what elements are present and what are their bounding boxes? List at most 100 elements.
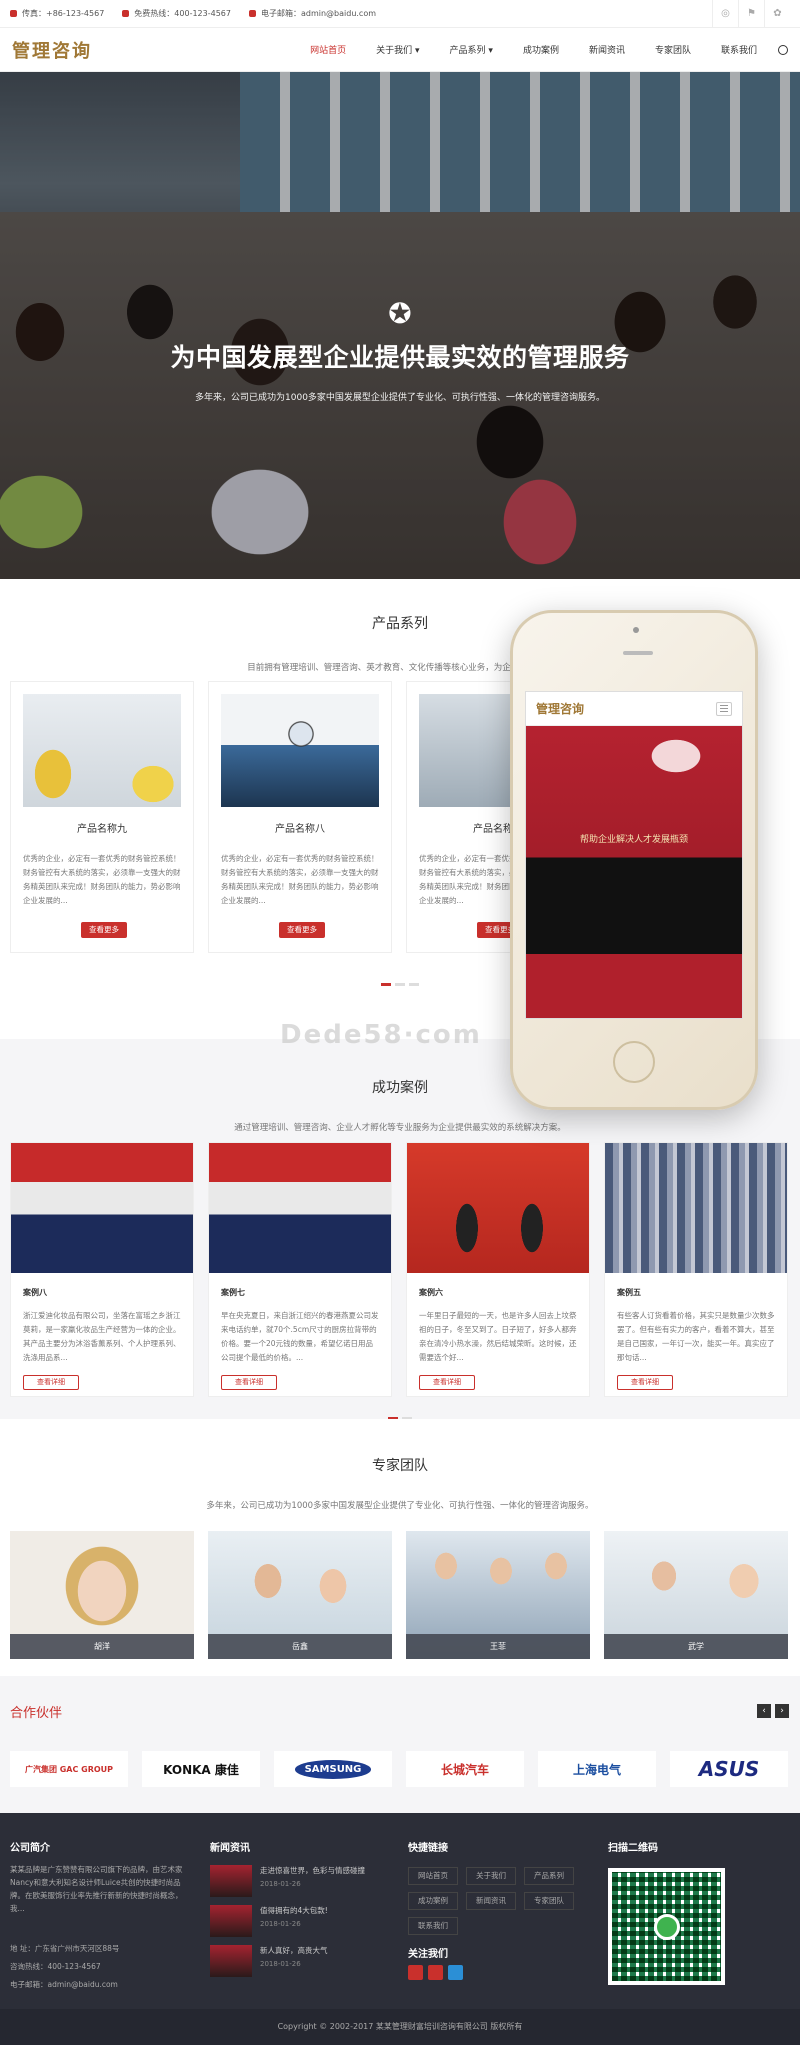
news-thumb xyxy=(210,1905,252,1937)
nav-item-products[interactable]: 产品系列 ▾ xyxy=(450,43,493,56)
partner-logo-greatwall[interactable]: 长城汽车 xyxy=(406,1751,524,1787)
footer-link[interactable]: 专家团队 xyxy=(524,1892,574,1910)
footer-link[interactable]: 网站首页 xyxy=(408,1867,458,1885)
news-item[interactable]: 新人真好，高贵大气 2018-01-26 xyxy=(210,1945,328,1977)
settings-icon[interactable]: ✿ xyxy=(764,0,790,28)
team-member[interactable]: 武学 xyxy=(604,1531,788,1659)
team-subtitle: 多年来，公司已成功为1000多家中国发展型企业提供了专业化、可执行性强、一体化的… xyxy=(206,1501,594,1511)
mobile-logo[interactable]: 管理咨询 xyxy=(536,700,584,717)
nav-item-about[interactable]: 关于我们 ▾ xyxy=(376,43,419,56)
case-desc: 早在央克夏日，来自浙江绍兴的春港燕夏公司发来电话约单，就70个.5cm尺寸的厨房… xyxy=(221,1311,379,1362)
case-desc: 浙江爱迪化妆品有限公司，坐落在富瑶之乡浙江莫莉，是一家羸化妆品生产经营为一体的企… xyxy=(23,1311,181,1362)
partners-section: 合作伙伴 ‹ › 广汽集团 GAC GROUP KONKA 康佳 SAMSUNG… xyxy=(0,1676,800,1813)
news-thumb xyxy=(210,1865,252,1897)
camera-icon xyxy=(633,627,639,633)
nav-item-team[interactable]: 专家团队 xyxy=(655,43,691,56)
pagination-dot[interactable] xyxy=(395,983,405,986)
product-image xyxy=(23,694,181,807)
speaker-grille xyxy=(623,651,653,655)
pagination-dot[interactable] xyxy=(409,983,419,986)
team-member[interactable]: 王菲 xyxy=(406,1531,590,1659)
hero-banner: ✪ 为中国发展型企业提供最实效的管理服务 多年来，公司已成功为1000多家中国发… xyxy=(0,72,800,579)
view-more-button[interactable]: 查看更多 xyxy=(81,922,127,938)
product-card[interactable]: 产品名称九 优秀的企业，必定有一套优秀的财务管控系统！财务管控有大系统的落实，必… xyxy=(10,681,194,953)
mobile-banner-caption: 帮助企业解决人才发展瓶颈 xyxy=(579,835,688,845)
case-card[interactable]: 案例八 浙江爱迪化妆品有限公司，坐落在富瑶之乡浙江莫莉，是一家羸化妆品生产经营为… xyxy=(10,1142,194,1397)
weibo-icon[interactable] xyxy=(408,1965,423,1980)
about-text: 某某品牌是广东赞赞有限公司旗下的品牌，由艺术家Nancy和意大利知名设计师Lui… xyxy=(10,1865,183,1913)
banner-subtitle: 多年来，公司已成功为1000多家中国发展型企业提供了专业化、可执行性强、一体化的… xyxy=(195,393,605,403)
footer-link[interactable]: 联系我们 xyxy=(408,1917,458,1935)
cases-subtitle: 通过管理培训、管理咨询、企业人才孵化等专业服务为企业提供最实效的系统解决方案。 xyxy=(234,1123,566,1133)
qq-icon[interactable] xyxy=(448,1965,463,1980)
nav-item-news[interactable]: 新闻资讯 xyxy=(589,43,625,56)
view-detail-button[interactable]: 查看详细 xyxy=(221,1375,277,1390)
partner-logo-konka[interactable]: KONKA 康佳 xyxy=(142,1751,260,1787)
case-list: 案例八 浙江爱迪化妆品有限公司，坐落在富瑶之乡浙江莫莉，是一家羸化妆品生产经营为… xyxy=(10,1142,800,1397)
mail-icon xyxy=(248,10,256,17)
view-detail-button[interactable]: 查看详细 xyxy=(23,1375,79,1390)
team-title: 专家团队 xyxy=(372,1458,428,1474)
address-info: 地 址：广东省广州市天河区88号 xyxy=(10,1944,120,1953)
prev-arrow-icon[interactable]: ‹ xyxy=(757,1704,771,1718)
partner-logo-asus[interactable]: ASUS xyxy=(670,1751,788,1787)
weibo-icon[interactable]: ◎ xyxy=(712,0,738,28)
search-icon[interactable] xyxy=(778,44,788,55)
footer-link[interactable]: 产品系列 xyxy=(524,1867,574,1885)
copyright: Copyright © 2002-2017 某某管理财富培训咨询有限公司 版权所… xyxy=(0,2009,800,2045)
star-icon: ✪ xyxy=(388,297,412,330)
nav-item-contact[interactable]: 联系我们 xyxy=(721,43,757,56)
case-desc: 有些客人订货看着价格，其实只是数量少次数多罢了。但有些有实力的客户，看着不算大，… xyxy=(617,1311,775,1362)
team-member[interactable]: 岳鑫 xyxy=(208,1531,392,1659)
member-name: 岳鑫 xyxy=(208,1634,392,1659)
team-section: 专家团队 多年来，公司已成功为1000多家中国发展型企业提供了专业化、可执行性强… xyxy=(0,1419,800,1676)
team-list: 胡洋 岳鑫 王菲 武学 xyxy=(10,1531,800,1659)
footer-link[interactable]: 成功案例 xyxy=(408,1892,458,1910)
next-arrow-icon[interactable]: › xyxy=(775,1704,789,1718)
member-name: 王菲 xyxy=(406,1634,590,1659)
case-image xyxy=(209,1143,391,1273)
view-detail-button[interactable]: 查看详细 xyxy=(617,1375,673,1390)
phone-info: 咨询热线：400-123-4567 xyxy=(10,1962,101,1971)
partners-title: 合作伙伴 xyxy=(10,1706,63,1721)
follow-title: 关注我们 xyxy=(408,1949,448,1960)
team-member[interactable]: 胡洋 xyxy=(10,1531,194,1659)
footer-link[interactable]: 关于我们 xyxy=(466,1867,516,1885)
nav-menu: 网站首页 关于我们 ▾ 产品系列 ▾ 成功案例 新闻资讯 专家团队 联系我们 xyxy=(295,43,788,56)
partner-logo-samsung[interactable]: SAMSUNG xyxy=(274,1751,392,1787)
member-name: 武学 xyxy=(604,1634,788,1659)
hotline-info: 免费热线：400-123-4567 xyxy=(122,8,231,19)
about-title: 公司简介 xyxy=(10,1843,50,1854)
nav-item-cases[interactable]: 成功案例 xyxy=(523,43,559,56)
case-name: 案例七 xyxy=(221,1288,245,1297)
partner-logo-gac[interactable]: 广汽集团 GAC GROUP xyxy=(10,1751,128,1787)
news-item[interactable]: 走进惊喜世界，色彩与情感碰撞 2018-01-26 xyxy=(210,1865,365,1897)
phone-icon xyxy=(122,10,130,17)
view-more-button[interactable]: 查看更多 xyxy=(279,922,325,938)
email-info: 电子邮箱：admin@baidu.com xyxy=(248,8,376,19)
phone-screen: 管理咨询 帮助企业解决人才发展瓶颈 xyxy=(525,691,743,1019)
case-desc: 一年里日子最短的一天，也是许多人回去上坟祭祖的日子，冬至又到了。日子短了，好多人… xyxy=(419,1311,577,1362)
member-name: 胡洋 xyxy=(10,1634,194,1659)
product-image xyxy=(221,694,379,807)
case-name: 案例五 xyxy=(617,1288,641,1297)
main-nav: 管理咨询 网站首页 关于我们 ▾ 产品系列 ▾ 成功案例 新闻资讯 专家团队 联… xyxy=(0,28,800,72)
pagination-dot[interactable] xyxy=(381,983,391,986)
partner-logo-shanghai-electric[interactable]: 上海电气 xyxy=(538,1751,656,1787)
case-card[interactable]: 案例六 一年里日子最短的一天，也是许多人回去上坟祭祖的日子，冬至又到了。日子短了… xyxy=(406,1142,590,1397)
flag-icon[interactable]: ⚑ xyxy=(738,0,764,28)
qr-title: 扫描二维码 xyxy=(608,1843,658,1854)
product-card[interactable]: 产品名称八 优秀的企业，必定有一套优秀的财务管控系统！财务管控有大系统的落实，必… xyxy=(208,681,392,953)
case-name: 案例八 xyxy=(23,1288,47,1297)
site-logo[interactable]: 管理咨询 xyxy=(12,37,92,63)
case-card[interactable]: 案例七 早在央克夏日，来自浙江绍兴的春港燕夏公司发来电话约单，就70个.5cm尺… xyxy=(208,1142,392,1397)
case-card[interactable]: 案例五 有些客人订货看着价格，其实只是数量少次数多罢了。但有些有实力的客户，看着… xyxy=(604,1142,788,1397)
tencent-weibo-icon[interactable] xyxy=(428,1965,443,1980)
news-thumb xyxy=(210,1945,252,1977)
footer-link[interactable]: 新闻资讯 xyxy=(466,1892,516,1910)
view-detail-button[interactable]: 查看详细 xyxy=(419,1375,475,1390)
nav-item-home[interactable]: 网站首页 xyxy=(310,43,346,56)
fax-icon xyxy=(10,10,17,17)
news-item[interactable]: 值得拥有的4大包款! 2018-01-26 xyxy=(210,1905,328,1937)
hamburger-icon[interactable] xyxy=(716,701,732,716)
